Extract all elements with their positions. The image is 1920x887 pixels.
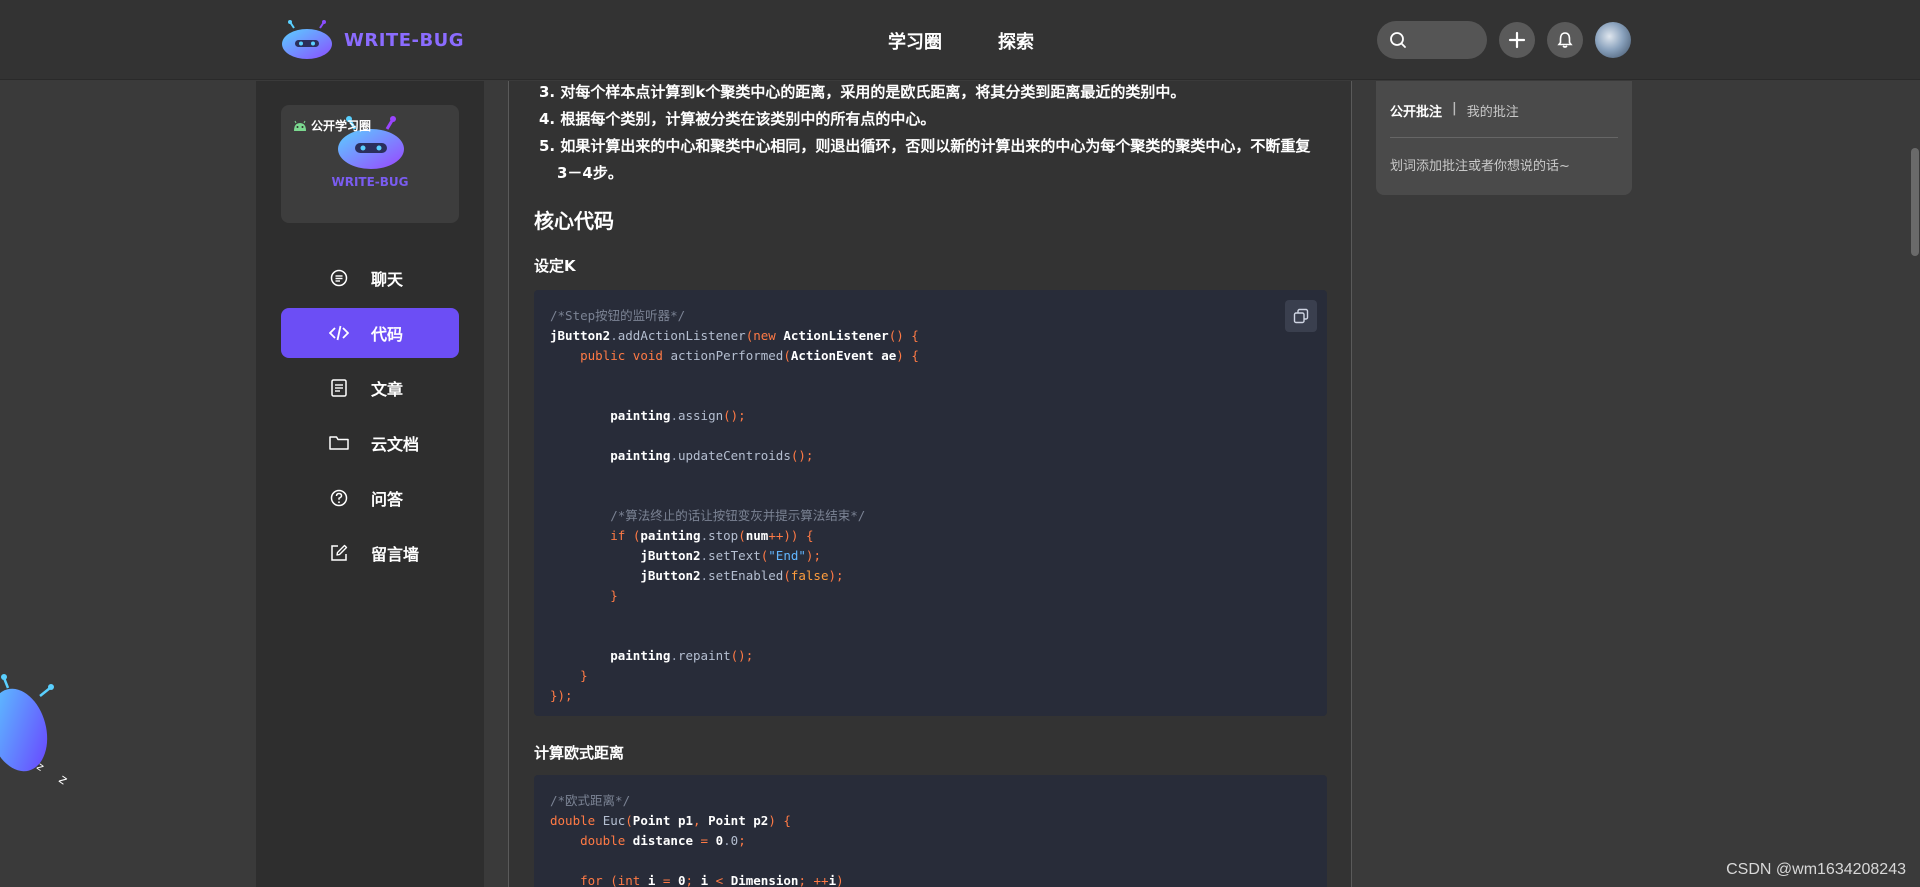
sidebar-nav: 聊天 代码 文章 云文档 问答 留言墙 — [281, 253, 459, 583]
sidebar-item-cloud-docs[interactable]: 云文档 — [281, 418, 459, 468]
search-button[interactable] — [1377, 21, 1487, 59]
subsection-heading: 计算欧式距离 — [534, 744, 625, 762]
public-circle-card[interactable]: 公开学习圈 WRITE-BUG — [281, 105, 459, 223]
user-avatar[interactable] — [1595, 22, 1631, 58]
chat-icon — [329, 268, 349, 288]
sidebar-item-chat[interactable]: 聊天 — [281, 253, 459, 303]
sidebar-item-qa[interactable]: 问答 — [281, 473, 459, 523]
copy-code-button[interactable] — [1285, 300, 1317, 332]
edit-icon — [329, 543, 349, 563]
folder-icon — [329, 433, 349, 453]
article-icon — [329, 378, 349, 398]
bell-icon — [1557, 32, 1573, 48]
tab-public-annotations[interactable]: 公开批注 — [1390, 101, 1442, 120]
top-bar: WRITE-BUG 学习圈 探索 — [0, 0, 1920, 80]
question-icon — [329, 488, 349, 508]
subsection-heading: 设定K — [534, 257, 576, 275]
nav-learning-circle[interactable]: 学习圈 — [888, 28, 942, 54]
annotation-panel: 公开批注 | 我的批注 划词添加批注或者你想说的话~ — [1376, 81, 1632, 195]
circle-tag-label: 公开学习圈 — [311, 119, 372, 133]
sidebar-item-label: 问答 — [371, 490, 404, 509]
create-button[interactable] — [1499, 22, 1535, 58]
divider — [1390, 137, 1618, 138]
sidebar-item-label: 代码 — [371, 325, 404, 344]
plus-icon — [1508, 31, 1526, 49]
annotation-hint: 划词添加批注或者你想说的话~ — [1390, 159, 1570, 174]
code-icon — [329, 323, 349, 343]
code-block[interactable]: /*Step按钮的监听器*/ jButton2.addActionListene… — [534, 290, 1327, 716]
sidebar-item-label: 文章 — [371, 380, 404, 399]
search-icon — [1390, 32, 1406, 48]
sidebar-item-message-wall[interactable]: 留言墙 — [281, 528, 459, 578]
copy-icon — [1293, 308, 1309, 324]
robot-logo-icon — [280, 20, 334, 60]
step-item: 4. 根据每个类别，计算被分类在该类别中的所有点的中心。 — [539, 110, 936, 128]
nav-explore[interactable]: 探索 — [998, 28, 1034, 54]
brand-name: WRITE-BUG — [344, 29, 465, 51]
circle-brand-name: WRITE-BUG — [331, 175, 409, 189]
tab-separator: | — [1452, 101, 1457, 116]
sidebar-item-article[interactable]: 文章 — [281, 363, 459, 413]
notifications-button[interactable] — [1547, 22, 1583, 58]
step-item: 5. 如果计算出来的中心和聚类中心相同，则退出循环，否则以新的计算出来的中心为每… — [539, 137, 1311, 182]
section-heading: 核心代码 — [534, 209, 614, 233]
sidebar-item-code[interactable]: 代码 — [281, 308, 459, 358]
top-nav: 学习圈 探索 — [888, 28, 1034, 54]
code-block[interactable]: /*欧式距离*/ double Euc(Point p1, Point p2) … — [534, 775, 1327, 887]
tab-my-annotations[interactable]: 我的批注 — [1467, 101, 1519, 120]
annotation-tabs: 公开批注 | 我的批注 — [1390, 101, 1519, 120]
brand-logo-link[interactable]: WRITE-BUG — [280, 18, 464, 62]
sidebar-item-label: 云文档 — [371, 435, 420, 454]
scrollbar-thumb[interactable] — [1911, 148, 1919, 256]
android-icon — [294, 120, 306, 131]
step-item: 3. 对每个样本点计算到k个聚类中心的距离，采用的是欧氏距离，将其分类到距离最近… — [539, 83, 1186, 101]
svg-text:z: z — [56, 772, 70, 788]
article-content: 3. 对每个样本点计算到k个聚类中心的距离，采用的是欧氏距离，将其分类到距离最近… — [508, 81, 1352, 887]
sidebar-item-label: 聊天 — [371, 270, 404, 289]
circle-tag: 公开学习圈 — [293, 117, 371, 134]
algorithm-steps: 3. 对每个样本点计算到k个聚类中心的距离，采用的是欧氏距离，将其分类到距离最近… — [539, 81, 1319, 187]
sidebar-item-label: 留言墙 — [371, 545, 420, 564]
floating-mascot-icon[interactable]: z z — [0, 668, 80, 798]
csdn-watermark: CSDN @wm1634208243 — [1726, 861, 1906, 878]
left-sidebar: 公开学习圈 WRITE-BUG 聊天 代码 文章 云文档 问答 留言墙 — [256, 81, 484, 887]
